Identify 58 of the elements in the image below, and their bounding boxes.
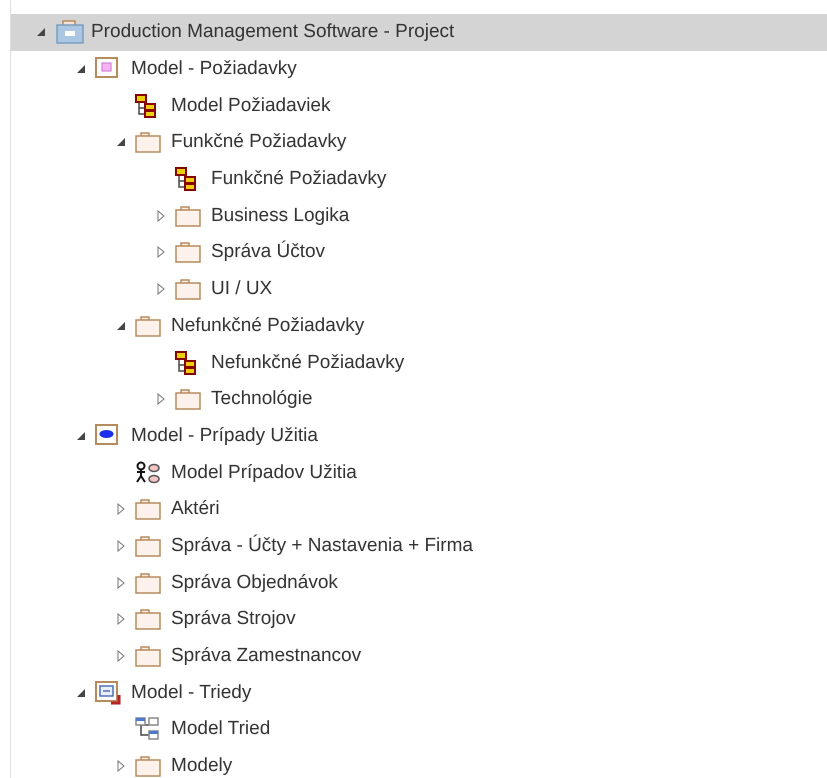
collapsed-arrow-icon[interactable] (157, 246, 165, 258)
tree-item[interactable]: Správa Účtov (211, 241, 326, 264)
folder-icon (135, 645, 161, 668)
collapsed-arrow-icon[interactable] (157, 283, 165, 296)
tree-item[interactable]: Technológie (211, 388, 312, 410)
collapsed-arrow-icon[interactable] (117, 613, 125, 626)
folder-icon (175, 241, 201, 264)
collapsed-arrow-icon[interactable] (117, 540, 125, 552)
expanded-arrow-icon[interactable] (36, 27, 46, 38)
package-icon (55, 19, 85, 46)
folder-icon (135, 498, 161, 520)
tree-item[interactable]: Funkčné Požiadavky (171, 131, 346, 154)
tree-item[interactable]: Nefunkčné Požiadavky (171, 314, 364, 337)
selected-row[interactable]: Production Management Software - Project (11, 14, 827, 51)
tree-item[interactable]: UI / UX (211, 278, 272, 300)
collapsed-arrow-icon[interactable] (157, 393, 165, 406)
folder-icon (135, 608, 161, 630)
folder-icon (135, 572, 161, 594)
expanded-arrow-icon[interactable] (116, 137, 126, 148)
expanded-arrow-icon[interactable] (116, 320, 126, 331)
collapsed-arrow-icon[interactable] (117, 650, 125, 662)
tree-item[interactable]: Model - Požiadavky (131, 58, 297, 80)
tree-item[interactable]: Aktéri (171, 498, 220, 520)
tree-item[interactable]: Model - Prípady Užitia (131, 424, 318, 447)
tree-item[interactable]: Nefunkčné Požiadavky (211, 352, 404, 374)
folder-icon (135, 314, 161, 337)
tree-item[interactable]: Správa Strojov (171, 608, 296, 630)
tree-item[interactable]: Správa Objednávok (171, 572, 338, 594)
tree-item[interactable]: Správa Zamestnancov (171, 645, 362, 668)
tree-item[interactable]: Funkčné Požiadavky (211, 168, 386, 190)
tree-item[interactable]: Business Logika (211, 204, 350, 227)
tree-item[interactable]: Správa - Účty + Nastavenia + Firma (171, 534, 473, 557)
tree-item[interactable]: Model Požiadaviek (171, 94, 330, 117)
folder-icon (135, 755, 161, 778)
diagram-icon (135, 94, 159, 118)
expanded-arrow-icon[interactable] (76, 64, 86, 74)
folder-icon (135, 131, 161, 154)
collapsed-arrow-icon[interactable] (117, 760, 125, 772)
diagram-icon (135, 460, 161, 485)
collapsed-arrow-icon[interactable] (157, 210, 165, 222)
collapsed-arrow-icon[interactable] (117, 503, 125, 516)
tree-item[interactable]: Model Prípadov Užitia (171, 462, 357, 484)
folder-icon (135, 534, 161, 557)
collapsed-arrow-icon[interactable] (117, 576, 125, 589)
model-package-icon (95, 680, 121, 705)
expanded-arrow-icon[interactable] (76, 430, 86, 441)
folder-icon (175, 278, 201, 300)
tree-item[interactable]: Model Tried (171, 718, 270, 740)
tree-item[interactable]: Model - Triedy (131, 682, 252, 704)
model-package-icon (95, 424, 121, 448)
diagram-icon (175, 350, 199, 375)
diagram-icon (175, 167, 199, 192)
expanded-arrow-icon[interactable] (76, 688, 86, 698)
folder-icon (175, 388, 201, 410)
tree-item[interactable]: Production Management Software - Project (91, 21, 454, 44)
tree-item[interactable]: Modely (171, 755, 232, 778)
diagram-icon (135, 717, 161, 742)
folder-icon (175, 204, 201, 227)
